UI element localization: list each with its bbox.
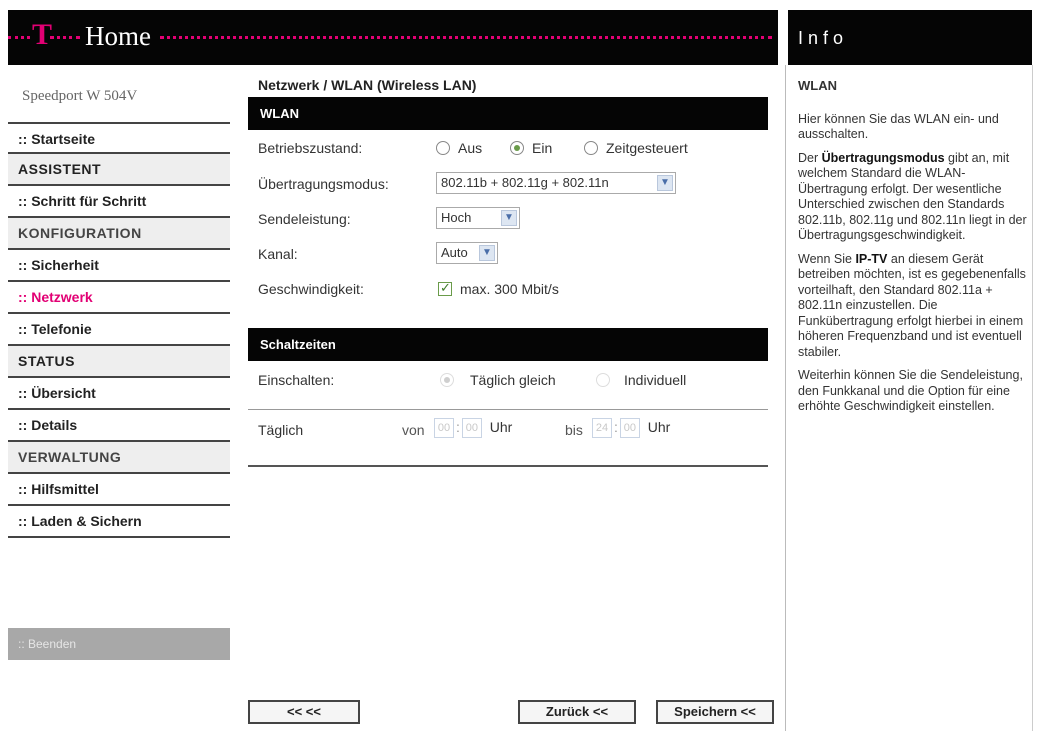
- radio-individuell-label: Individuell: [624, 372, 687, 388]
- radio-taeglich-gleich[interactable]: Täglich gleich: [440, 372, 556, 388]
- zurueck-button[interactable]: Zurück <<: [518, 700, 636, 724]
- sidebar-section-verwaltung: VERWALTUNG: [8, 442, 230, 474]
- kanal-select[interactable]: Auto ▼: [436, 242, 498, 264]
- sidebar-item-hilfsmittel[interactable]: :: Hilfsmittel: [8, 474, 230, 506]
- radio-zeitgesteuert-button[interactable]: [584, 141, 598, 155]
- schaltzeiten-divider: [248, 409, 768, 410]
- von-minute-input[interactable]: 00: [461, 418, 482, 438]
- radio-ein-button[interactable]: [510, 141, 524, 155]
- breadcrumb: Netzwerk / WLAN (Wireless LAN): [258, 77, 477, 93]
- header-dots-left: [8, 36, 30, 39]
- chevron-down-icon: ▼: [657, 175, 673, 191]
- sidebar-item-details[interactable]: :: Details: [8, 410, 230, 442]
- logout-button[interactable]: :: Beenden: [8, 628, 230, 660]
- header-dots-right: [160, 36, 772, 39]
- radio-ein-label: Ein: [532, 140, 553, 156]
- sidebar-section-konfiguration: KONFIGURATION: [8, 218, 230, 250]
- sidebar-section-status: STATUS: [8, 346, 230, 378]
- taeglich-label: Täglich: [258, 422, 304, 438]
- radio-taeglich-gleich-label: Täglich gleich: [470, 372, 556, 388]
- info-paragraph-4: Weiterhin können Sie die Sendeleistung, …: [798, 368, 1023, 413]
- geschwindigkeit-checkbox-label: max. 300 Mbit/s: [460, 281, 559, 297]
- kanal-value: Auto: [441, 245, 468, 260]
- wlan-section-header: WLAN: [248, 97, 768, 130]
- column-divider: [785, 65, 786, 731]
- sidebar-item-laden-sichern[interactable]: :: Laden & Sichern: [8, 506, 230, 538]
- info-paragraph-2: Der Übertragungsmodus gibt an, mit welch…: [798, 150, 1027, 243]
- taeglich-row: Täglich von 00:00 Uhr bis 24:00 Uhr: [258, 416, 768, 444]
- uebertragungsmodus-value: 802.11b + 802.11g + 802.11n: [441, 175, 609, 190]
- radio-aus-button[interactable]: [436, 141, 450, 155]
- radio-ein[interactable]: Ein: [510, 140, 552, 156]
- betriebszustand-row: Betriebszustand: Aus Ein Zeitgesteuert: [258, 134, 768, 162]
- info-paragraph-3: Wenn Sie IP-TV an diesem Gerät betreiben…: [798, 251, 1026, 359]
- sendeleistung-value: Hoch: [441, 210, 472, 225]
- radio-individuell-button[interactable]: [596, 373, 610, 387]
- von-label: von: [402, 422, 425, 438]
- bis-minute-input[interactable]: 00: [619, 418, 640, 438]
- kanal-row: Kanal: Auto ▼: [258, 240, 768, 268]
- betriebszustand-label: Betriebszustand:: [258, 140, 363, 156]
- form-bottom-divider: [248, 465, 768, 467]
- radio-individuell[interactable]: Individuell: [596, 372, 686, 388]
- von-uhr-label: Uhr: [489, 418, 513, 435]
- einschalten-row: Einschalten: Täglich gleich Individuell: [258, 366, 768, 394]
- geschwindigkeit-label: Geschwindigkeit:: [258, 281, 364, 297]
- right-border: [1032, 65, 1033, 731]
- sidebar-item-telefonie[interactable]: :: Telefonie: [8, 314, 230, 346]
- radio-zeitgesteuert-label: Zeitgesteuert: [606, 140, 688, 156]
- sendeleistung-select[interactable]: Hoch ▼: [436, 207, 520, 229]
- bis-hour-input[interactable]: 24: [592, 418, 612, 438]
- checkbox-checked-icon[interactable]: [438, 280, 452, 296]
- bis-time: 24:00 Uhr: [592, 418, 670, 438]
- sidebar-item-netzwerk[interactable]: :: Netzwerk: [8, 282, 230, 314]
- sidebar-item-sicherheit[interactable]: :: Sicherheit: [8, 250, 230, 282]
- von-time: 00:00 Uhr: [434, 418, 512, 438]
- back-button[interactable]: << <<: [248, 700, 360, 724]
- sidebar-item-schritt-fuer-schritt[interactable]: :: Schritt für Schritt: [8, 186, 230, 218]
- sendeleistung-row: Sendeleistung: Hoch ▼: [258, 205, 768, 233]
- uebertragungsmodus-select[interactable]: 802.11b + 802.11g + 802.11n ▼: [436, 172, 676, 194]
- info-heading: WLAN: [798, 78, 837, 93]
- radio-zeitgesteuert[interactable]: Zeitgesteuert: [584, 140, 688, 156]
- geschwindigkeit-checkbox[interactable]: max. 300 Mbit/s: [438, 280, 559, 297]
- geschwindigkeit-row: Geschwindigkeit: max. 300 Mbit/s: [258, 275, 768, 303]
- info-panel: WLAN Hier können Sie das WLAN ein- und a…: [798, 78, 1030, 423]
- header-dots-mid: [50, 36, 80, 39]
- sidebar-nav: :: Startseite ASSISTENT :: Schritt für S…: [8, 122, 230, 538]
- sidebar-item-uebersicht[interactable]: :: Übersicht: [8, 378, 230, 410]
- sendeleistung-label: Sendeleistung:: [258, 211, 351, 227]
- page-title: Home: [85, 21, 151, 51]
- radio-aus-label: Aus: [458, 140, 483, 156]
- info-title: Info: [798, 28, 849, 48]
- speichern-button[interactable]: Speichern <<: [656, 700, 774, 724]
- device-name: Speedport W 504V: [22, 88, 138, 104]
- chevron-down-icon: ▼: [479, 245, 495, 261]
- einschalten-label: Einschalten:: [258, 372, 335, 388]
- von-hour-input[interactable]: 00: [434, 418, 454, 438]
- chevron-down-icon: ▼: [501, 210, 517, 226]
- sidebar-item-startseite[interactable]: :: Startseite: [8, 122, 230, 154]
- kanal-label: Kanal:: [258, 246, 298, 262]
- sidebar-section-assistent: ASSISTENT: [8, 154, 230, 186]
- radio-aus[interactable]: Aus: [436, 140, 482, 156]
- telekom-logo-icon: T: [32, 18, 53, 51]
- info-paragraph-1: Hier können Sie das WLAN ein- und aussch…: [798, 111, 999, 142]
- schaltzeiten-section-header: Schaltzeiten: [248, 328, 768, 361]
- uebertragungsmodus-row: Übertragungsmodus: 802.11b + 802.11g + 8…: [258, 170, 768, 198]
- bis-uhr-label: Uhr: [647, 418, 671, 435]
- bis-label: bis: [565, 422, 583, 438]
- uebertragungsmodus-label: Übertragungsmodus:: [258, 176, 389, 192]
- radio-taeglich-gleich-button[interactable]: [440, 373, 454, 387]
